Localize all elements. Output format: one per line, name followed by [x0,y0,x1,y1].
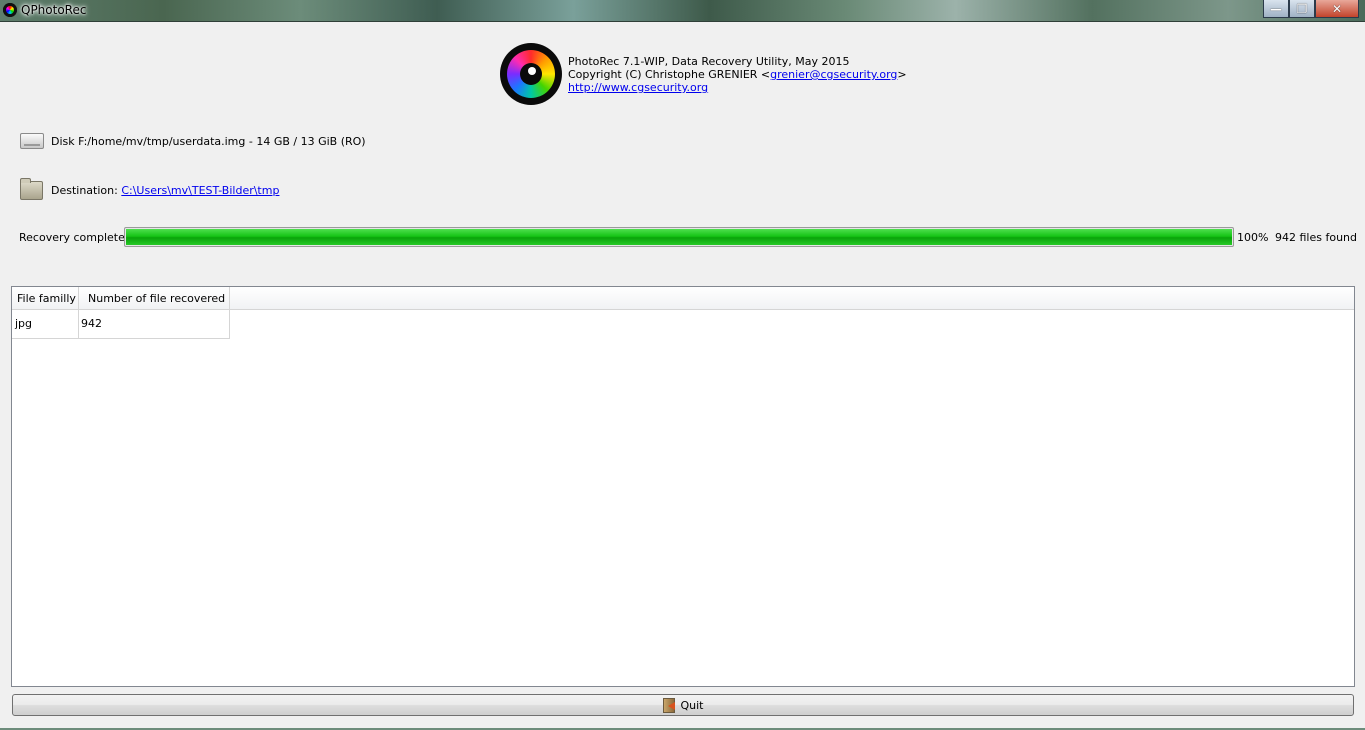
window-title: QPhotoRec [21,3,87,17]
cell-file-family[interactable]: jpg [12,309,79,339]
disk-info: Disk F:/home/mv/tmp/userdata.img - 14 GB… [20,133,366,149]
minimize-icon: — [1270,1,1282,16]
photorec-logo [500,43,562,105]
files-found-count: 942 files found [1275,231,1358,244]
recovery-status: Recovery completed [19,231,132,244]
progress-fill [126,229,1232,245]
email-link[interactable]: grenier@cgsecurity.org [770,68,897,81]
close-icon: ✕ [1331,1,1343,16]
copyright-line: Copyright (C) Christophe GRENIER <grenie… [568,68,907,81]
destination-path-link[interactable]: C:\Users\mv\TEST-Bilder\tmp [121,184,279,197]
about-info: PhotoRec 7.1-WIP, Data Recovery Utility,… [568,55,907,94]
progress-percent: 100% [1237,231,1269,244]
copyright-suffix: > [897,68,907,81]
window-controls: — ❐ ✕ [1263,0,1359,18]
exit-door-icon [662,697,675,713]
restore-icon: ❐ [1296,1,1308,16]
cell-files-recovered[interactable]: 942 [79,309,230,339]
copyright-prefix: Copyright (C) Christophe GRENIER < [568,68,771,81]
website-link[interactable]: http://www.cgsecurity.org [568,81,708,94]
table-row[interactable]: jpg 942 [12,309,230,339]
disk-label: Disk F:/home/mv/tmp/userdata.img - 14 GB… [51,134,366,148]
minimize-button[interactable]: — [1263,0,1289,18]
close-button[interactable]: ✕ [1315,0,1359,18]
folder-icon [20,178,43,200]
table-header: File familly Number of file recovered [12,287,1354,310]
table-body: jpg 942 [12,309,230,339]
quit-label: Quit [680,698,704,712]
logo-glint [528,67,536,75]
column-header-file-family[interactable]: File familly [12,287,79,309]
quit-button[interactable]: Quit [12,694,1354,716]
version-line: PhotoRec 7.1-WIP, Data Recovery Utility,… [568,55,850,68]
destination-label: Destination: [51,184,118,197]
column-header-files-recovered[interactable]: Number of file recovered [79,287,230,309]
destination-info: Destination: C:\Users\mv\TEST-Bilder\tmp [20,178,279,200]
maximize-button[interactable]: ❐ [1289,0,1315,18]
results-table[interactable]: File familly Number of file recovered jp… [11,286,1355,687]
app-icon [3,3,17,17]
title-bar[interactable]: QPhotoRec — ❐ ✕ [0,0,1365,22]
disk-icon [20,133,44,149]
recovery-progress-bar [124,227,1234,247]
